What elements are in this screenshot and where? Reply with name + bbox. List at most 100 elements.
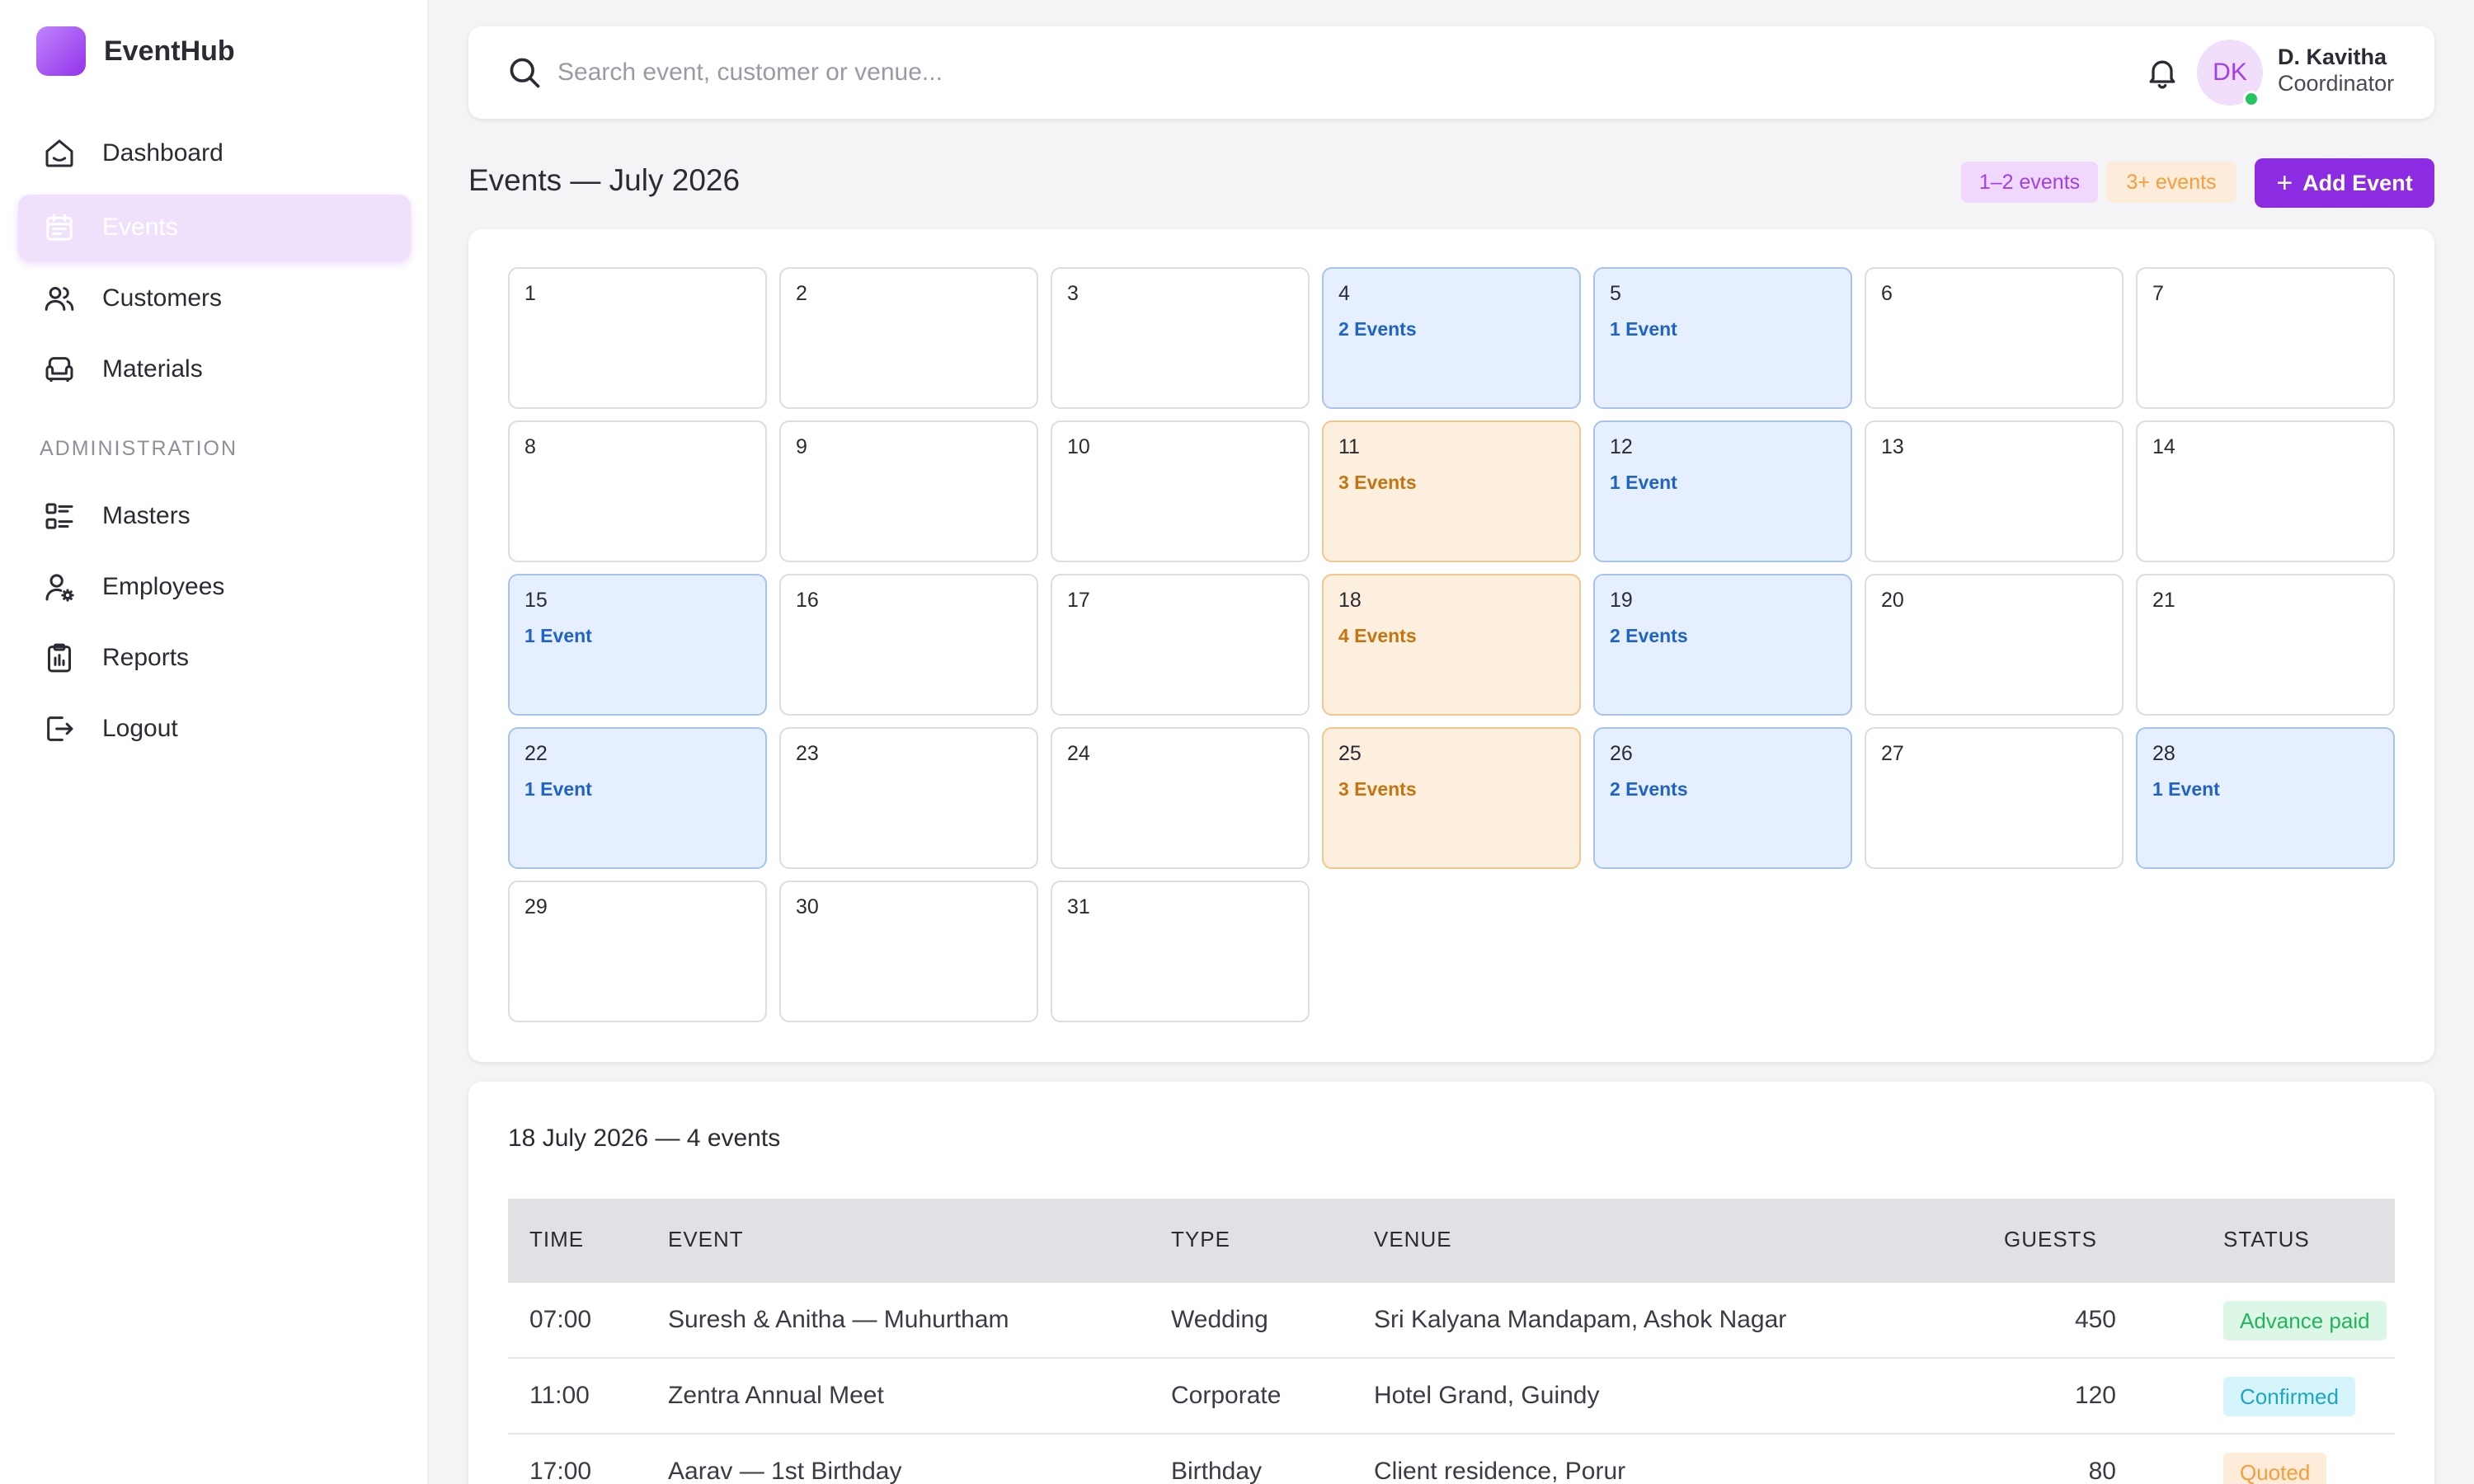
day-number: 25 xyxy=(1338,742,1362,765)
calendar-day-16[interactable]: 16 xyxy=(779,574,1038,716)
calendar-day-31[interactable]: 31 xyxy=(1051,881,1310,1022)
day-event-count: 1 Event xyxy=(524,625,592,646)
day-number: 12 xyxy=(1610,435,1633,458)
cell-venue: Client residence, Porur xyxy=(1374,1458,1626,1484)
sidebar-item-dashboard[interactable]: Dashboard xyxy=(18,120,411,186)
sidebar-item-label: Materials xyxy=(102,355,203,383)
calendar-day-15[interactable]: 15 1 Event xyxy=(508,574,767,716)
brand[interactable]: EventHub xyxy=(36,26,235,76)
sidebar-item-employees[interactable]: Employees xyxy=(18,554,411,620)
day-number: 19 xyxy=(1610,589,1633,612)
day-event-count: 3 Events xyxy=(1338,472,1417,493)
day-number: 3 xyxy=(1067,282,1079,305)
calendar-day-25[interactable]: 25 3 Events xyxy=(1322,727,1581,869)
plus-icon: + xyxy=(2276,167,2293,199)
calendar-card: 12342 Events 5 1 Event 6 7 8 9 10 11 3 Events 12 1 … xyxy=(468,229,2434,1062)
day-number: 18 xyxy=(1338,589,1362,612)
calendar-day-23[interactable]: 23 xyxy=(779,727,1038,869)
sidebar-item-logout[interactable]: Logout xyxy=(18,696,411,762)
calendar-day-11[interactable]: 11 3 Events xyxy=(1322,420,1581,562)
sidebar-item-label: Reports xyxy=(102,644,190,671)
calendar-grid: 12342 Events 5 1 Event 6 7 8 9 10 11 3 Events 12 1 … xyxy=(508,267,2395,1022)
calendar-day-7[interactable]: 7 xyxy=(2136,267,2395,409)
day-number: 2 xyxy=(796,282,807,305)
calendar-day-21[interactable]: 21 xyxy=(2136,574,2395,716)
calendar-day-1[interactable]: 1 xyxy=(508,267,767,409)
calendar-day-10[interactable]: 10 xyxy=(1051,420,1310,562)
status-badge: Confirmed xyxy=(2223,1377,2355,1416)
bell-icon[interactable] xyxy=(2144,54,2180,91)
day-number: 5 xyxy=(1610,282,1621,305)
sidebar-item-label: Dashboard xyxy=(102,139,223,167)
cell-guests: 450 xyxy=(2074,1306,2116,1333)
calendar-day-4[interactable]: 4 2 Events xyxy=(1322,267,1581,409)
table-row[interactable]: 07:00 Suresh & Anitha — Muhurtham Weddin… xyxy=(508,1283,2395,1359)
brand-logo xyxy=(36,26,86,76)
sidebar: EventHub Dashboard Events Customers Mate… xyxy=(0,0,429,1484)
calendar-day-6[interactable]: 6 xyxy=(1865,267,2124,409)
status-badge: Advance paid xyxy=(2223,1301,2387,1341)
user-cog-icon xyxy=(41,569,78,605)
user-name: D. Kavitha xyxy=(2278,45,2387,69)
day-number: 10 xyxy=(1067,435,1090,458)
user-role: Coordinator xyxy=(2278,71,2395,96)
calendar-day-28[interactable]: 28 1 Event xyxy=(2136,727,2395,869)
calendar-day-18[interactable]: 18 4 Events xyxy=(1322,574,1581,716)
table-row[interactable]: 11:00 Zentra Annual Meet Corporate Hotel… xyxy=(508,1359,2395,1435)
calendar-day-24[interactable]: 24 xyxy=(1051,727,1310,869)
day-event-count: 2 Events xyxy=(1610,778,1688,800)
calendar-day-20[interactable]: 20 xyxy=(1865,574,2124,716)
day-event-count: 3 Events xyxy=(1338,778,1417,800)
brand-name: EventHub xyxy=(104,35,235,67)
sidebar-item-label: Masters xyxy=(102,502,190,529)
calendar-day-26[interactable]: 26 2 Events xyxy=(1593,727,1852,869)
status-badge: Quoted xyxy=(2223,1453,2327,1484)
day-number: 21 xyxy=(2152,589,2175,612)
day-event-count: 1 Event xyxy=(524,778,592,800)
day-number: 9 xyxy=(796,435,807,458)
add-event-button[interactable]: + Add Event xyxy=(2255,158,2434,208)
day-detail-title: 18 July 2026 — 4 events xyxy=(508,1125,781,1152)
calendar-day-22[interactable]: 22 1 Event xyxy=(508,727,767,869)
calendar-day-29[interactable]: 29 xyxy=(508,881,767,1022)
calendar-day-13[interactable]: 13 xyxy=(1865,420,2124,562)
calendar-day-14[interactable]: 14 xyxy=(2136,420,2395,562)
page-title: Events — July 2026 xyxy=(468,163,741,197)
sidebar-item-reports[interactable]: Reports xyxy=(18,625,411,691)
day-number: 13 xyxy=(1881,435,1904,458)
cell-event: Zentra Annual Meet xyxy=(668,1382,884,1409)
day-detail-card: 18 July 2026 — 4 events TIME EVENT TYPE … xyxy=(468,1082,2434,1484)
calendar-day-3[interactable]: 3 xyxy=(1051,267,1310,409)
search-input[interactable] xyxy=(557,48,1712,97)
users-icon xyxy=(41,280,78,317)
cell-venue: Sri Kalyana Mandapam, Ashok Nagar xyxy=(1374,1306,1787,1333)
calendar-day-17[interactable]: 17 xyxy=(1051,574,1310,716)
cell-time: 07:00 xyxy=(529,1306,592,1333)
calendar-day-12[interactable]: 12 1 Event xyxy=(1593,420,1852,562)
day-number: 20 xyxy=(1881,589,1904,612)
search-icon xyxy=(506,54,543,91)
day-number: 11 xyxy=(1338,435,1360,458)
day-number: 26 xyxy=(1610,742,1633,765)
calendar-day-2[interactable]: 2 xyxy=(779,267,1038,409)
day-event-count: 1 Event xyxy=(2152,778,2220,800)
sidebar-item-events[interactable]: Events xyxy=(18,195,411,261)
day-number: 15 xyxy=(524,589,548,612)
day-event-count: 4 Events xyxy=(1338,625,1417,646)
table-row[interactable]: 17:00 Aarav — 1st Birthday Birthday Clie… xyxy=(508,1435,2395,1484)
calendar-day-19[interactable]: 19 2 Events xyxy=(1593,574,1852,716)
day-event-count: 2 Events xyxy=(1610,625,1688,646)
day-event-count: 1 Event xyxy=(1610,472,1677,493)
logout-icon xyxy=(41,711,78,747)
calendar-day-27[interactable]: 27 xyxy=(1865,727,2124,869)
day-number: 23 xyxy=(796,742,819,765)
sidebar-item-masters[interactable]: Masters xyxy=(18,483,411,549)
sidebar-item-materials[interactable]: Materials xyxy=(18,336,411,402)
calendar-day-30[interactable]: 30 xyxy=(779,881,1038,1022)
sidebar-item-customers[interactable]: Customers xyxy=(18,265,411,331)
column-header-type: TYPE xyxy=(1171,1227,1230,1252)
cell-type: Corporate xyxy=(1171,1382,1282,1409)
calendar-day-5[interactable]: 5 1 Event xyxy=(1593,267,1852,409)
calendar-day-9[interactable]: 9 xyxy=(779,420,1038,562)
calendar-day-8[interactable]: 8 xyxy=(508,420,767,562)
